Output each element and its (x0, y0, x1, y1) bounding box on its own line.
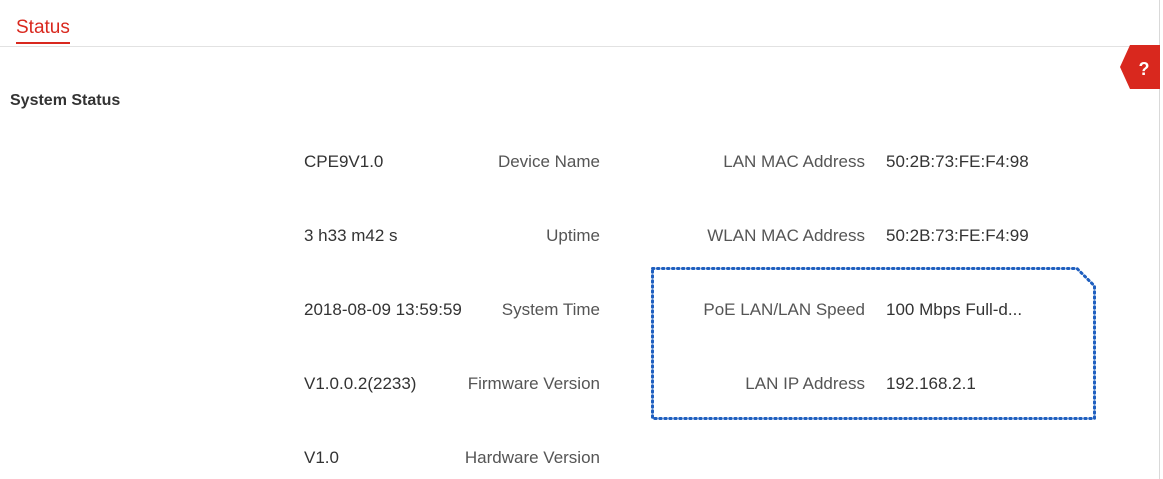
section-title-system-status: System Status (10, 92, 121, 109)
firmware-version-value: V1.0.0.2(2233) (304, 374, 417, 393)
device-name-value: CPE9V1.0 (304, 152, 384, 171)
uptime-value: 3 h33 m42 s (304, 226, 398, 245)
hardware-version-label: Hardware Version (464, 448, 600, 467)
highlight-outline (651, 267, 1096, 420)
highlight-box (651, 267, 1096, 420)
field-wlan-mac-address: WLAN MAC Address 50:2B:73:FE:F4:99 (600, 225, 1100, 247)
help-button[interactable]: ? (1120, 45, 1160, 89)
status-panel: Status ? System Status Device Name CPE9V… (0, 0, 1160, 479)
field-lan-mac-address: LAN MAC Address 50:2B:73:FE:F4:98 (600, 151, 1100, 173)
field-system-time: System Time 2018-08-09 13:59:59 (0, 299, 600, 321)
tab-status[interactable]: Status (16, 17, 70, 44)
field-hardware-version: Hardware Version V1.0 (0, 447, 600, 469)
lan-mac-address-value: 50:2B:73:FE:F4:98 (886, 152, 1029, 171)
field-uptime: Uptime 3 h33 m42 s (0, 225, 600, 247)
wlan-mac-address-label: WLAN MAC Address (707, 226, 865, 245)
wlan-mac-address-value: 50:2B:73:FE:F4:99 (886, 226, 1029, 245)
tab-strip: Status (0, 0, 1157, 47)
field-device-name: Device Name CPE9V1.0 (0, 151, 600, 173)
lan-mac-address-label: LAN MAC Address (723, 152, 865, 171)
hardware-version-value: V1.0 (304, 448, 339, 467)
system-time-value: 2018-08-09 13:59:59 (304, 300, 462, 319)
help-icon: ? (1120, 45, 1160, 89)
field-firmware-version: Firmware Version V1.0.0.2(2233) (0, 373, 600, 395)
help-glyph: ? (1139, 59, 1150, 79)
